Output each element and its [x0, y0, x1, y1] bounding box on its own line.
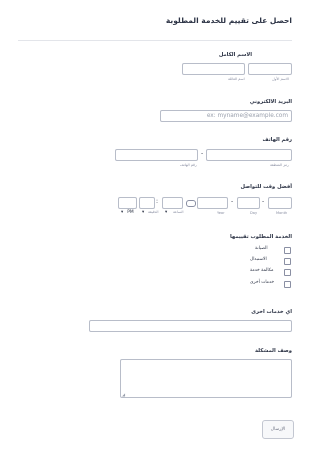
resize-handle-icon[interactable]: ◢: [122, 392, 125, 397]
service-label: الخدمة المطلوب تقييمها: [229, 234, 292, 240]
first-name-sublabel: الاسم الأول: [272, 77, 289, 81]
minute-sublabel: الساعة: [173, 210, 184, 214]
email-input[interactable]: ex: myname@example.com: [160, 110, 292, 122]
phone-number-sublabel: رقم الهاتف: [180, 163, 197, 167]
option-label-maintenance: الصيانة: [255, 246, 268, 251]
problem-textarea[interactable]: ◢: [120, 359, 292, 398]
hour-select[interactable]: ▾: [139, 197, 155, 215]
contact-time-label: أفضل وقت للتواصل: [240, 184, 293, 190]
ampm-select[interactable]: ▾ PM: [118, 197, 137, 215]
month-sublabel: Month: [276, 211, 288, 215]
first-name-input[interactable]: [248, 63, 292, 75]
checkbox-maintenance[interactable]: [284, 247, 291, 254]
phone-separator: -: [201, 150, 204, 157]
time-colon: :: [156, 198, 159, 205]
option-label-other: خدمات أخرى: [250, 280, 275, 285]
option-label-replacement: الاستبدال: [250, 257, 267, 262]
phone-number-input[interactable]: [115, 149, 198, 161]
calendar-icon[interactable]: [186, 200, 196, 207]
date-separator-1: -: [262, 198, 265, 205]
email-placeholder: ex: myname@example.com: [206, 113, 288, 119]
hour-sublabel: الدقيقة: [148, 210, 159, 214]
year-input[interactable]: [197, 197, 228, 209]
date-separator-2: -: [231, 198, 234, 205]
checkbox-replacement[interactable]: [284, 258, 291, 265]
year-sublabel: Year: [217, 211, 225, 215]
title-divider: [18, 40, 292, 41]
submit-button[interactable]: الإرسال: [262, 420, 294, 439]
email-label: البريد الالكتروني: [249, 99, 292, 105]
problem-label: وصف المشكلة: [255, 348, 292, 354]
day-input[interactable]: [237, 197, 260, 209]
last-name-input[interactable]: [182, 63, 245, 75]
last-name-sublabel: اسم العائلة: [228, 77, 245, 81]
day-sublabel: Day: [250, 211, 258, 215]
minute-select[interactable]: ▾: [162, 197, 183, 215]
month-input[interactable]: [268, 197, 292, 209]
phone-area-code-input[interactable]: [206, 149, 292, 161]
chevron-down-icon: ▾: [142, 210, 145, 215]
option-label-service-call: مكالمة خدمة: [250, 268, 274, 273]
chevron-down-icon: ▾: [165, 210, 168, 215]
checkbox-other[interactable]: [284, 281, 291, 288]
other-services-label: اي خدمات اخرى: [251, 309, 292, 315]
phone-label: رقم الهاتف: [262, 137, 292, 143]
full-name-label: الاسم الكامل: [218, 52, 252, 58]
phone-area-sublabel: رمز المنطقة: [270, 163, 289, 167]
ampm-value: PM: [127, 210, 134, 215]
checkbox-service-call[interactable]: [284, 269, 291, 276]
other-services-input[interactable]: [89, 320, 292, 332]
form-title: احصل على تقييم للخدمة المطلوبة: [165, 16, 292, 25]
